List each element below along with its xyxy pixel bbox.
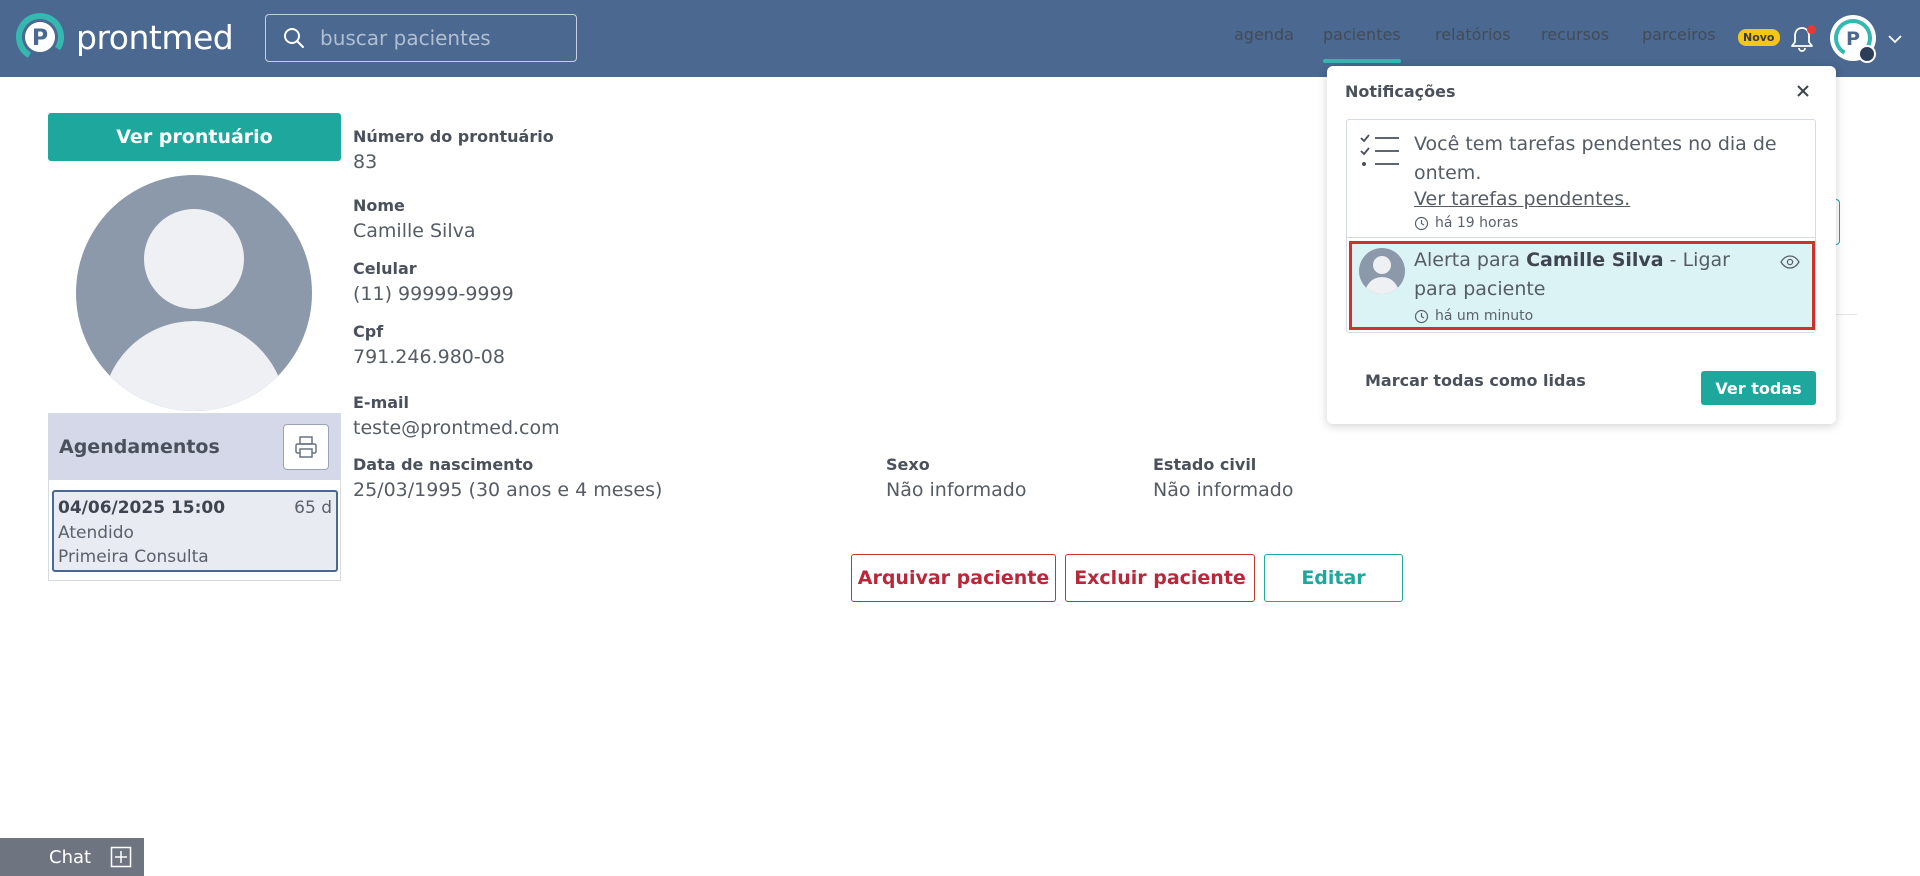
prontmed-logo-icon: P [16, 13, 64, 61]
search-icon [284, 28, 304, 48]
numero-prontuario-value: 83 [353, 151, 378, 173]
patient-search-box[interactable] [265, 14, 577, 62]
notification-time-text: há um minuto [1435, 308, 1534, 324]
notification-item-tasks[interactable]: Você tem tarefas pendentes no dia de ont… [1347, 120, 1815, 238]
clock-icon [1414, 309, 1429, 323]
printer-icon [295, 436, 317, 458]
patient-avatar [1359, 248, 1405, 294]
nav-relatorios[interactable]: relatórios [1435, 25, 1511, 44]
logo-text: prontmed [76, 17, 234, 57]
nav-parceiros[interactable]: parceiros [1642, 25, 1716, 44]
mark-all-read-button[interactable]: Marcar todas como lidas [1365, 371, 1586, 390]
ver-prontuario-button[interactable]: Ver prontuário [48, 113, 341, 161]
notifications-title: Notificações [1345, 82, 1456, 101]
clock-icon [1414, 216, 1429, 230]
notification-time: há um minuto [1414, 308, 1533, 324]
appointment-datetime: 04/06/2025 15:00 [58, 498, 226, 518]
search-input[interactable] [320, 26, 560, 50]
prontmed-logo[interactable]: P prontmed [15, 12, 234, 62]
arquivar-paciente-button[interactable]: Arquivar paciente [851, 554, 1056, 602]
notification-tasks-text: Você tem tarefas pendentes no dia de ont… [1414, 133, 1777, 184]
numero-prontuario-label: Número do prontuário [353, 127, 554, 146]
notification-time: há 19 horas [1414, 215, 1518, 231]
email-value: teste@prontmed.com [353, 417, 560, 439]
sexo-value: Não informado [886, 479, 1027, 501]
task-list-icon [1360, 134, 1399, 166]
nav-recursos[interactable]: recursos [1541, 25, 1609, 44]
close-icon[interactable] [1792, 80, 1814, 102]
celular-value: (11) 99999-9999 [353, 283, 514, 305]
notification-alert-text: Alerta para Camille Silva - Ligar para p… [1414, 246, 1774, 304]
chat-widget[interactable]: Chat [0, 838, 144, 876]
nome-label: Nome [353, 196, 405, 215]
notification-item-alert[interactable]: Alerta para Camille Silva - Ligar para p… [1349, 241, 1815, 330]
print-button[interactable] [283, 424, 329, 470]
appointment-status: Atendido [58, 523, 134, 543]
alert-patient-name: Camille Silva [1526, 249, 1664, 271]
svg-text:P: P [1846, 28, 1860, 50]
sexo-label: Sexo [886, 455, 930, 474]
cpf-value: 791.246.980-08 [353, 346, 505, 368]
estado-civil-label: Estado civil [1153, 455, 1257, 474]
estado-civil-value: Não informado [1153, 479, 1294, 501]
excluir-paciente-button[interactable]: Excluir paciente [1065, 554, 1255, 602]
nav-pacientes[interactable]: pacientes [1323, 25, 1401, 63]
celular-label: Celular [353, 259, 417, 278]
agendamentos-title: Agendamentos [59, 436, 220, 458]
unread-notification-dot [1807, 25, 1816, 34]
chat-label: Chat [49, 846, 92, 868]
svg-text:P: P [32, 26, 48, 51]
notification-time-text: há 19 horas [1435, 215, 1519, 231]
notifications-list: Você tem tarefas pendentes no dia de ont… [1346, 119, 1816, 333]
account-badge-icon [1858, 45, 1876, 63]
patient-photo-placeholder [76, 175, 312, 411]
editar-button[interactable]: Editar [1264, 554, 1403, 602]
email-label: E-mail [353, 393, 410, 412]
cpf-label: Cpf [353, 322, 384, 341]
novo-badge: Novo [1738, 29, 1780, 46]
alert-prefix: Alerta para [1414, 249, 1527, 271]
ver-tarefas-pendentes-link[interactable]: Ver tarefas pendentes. [1414, 188, 1630, 210]
plus-square-icon[interactable] [110, 846, 132, 868]
chevron-down-icon[interactable] [1886, 30, 1904, 48]
nav-agenda[interactable]: agenda [1234, 25, 1294, 44]
nascimento-value: 25/03/1995 (30 anos e 4 meses) [353, 479, 663, 501]
notifications-dropdown: Notificações Você tem tarefas pendentes … [1327, 66, 1836, 424]
see-all-button[interactable]: Ver todas [1701, 371, 1816, 405]
agendamentos-header: Agendamentos [49, 414, 340, 480]
agendamentos-panel: Agendamentos 04/06/2025 15:00 65 d Atend… [48, 413, 341, 581]
nome-value: Camille Silva [353, 220, 476, 242]
eye-icon[interactable] [1780, 254, 1800, 270]
appointment-item[interactable]: 04/06/2025 15:00 65 d Atendido Primeira … [52, 490, 338, 572]
appointment-days-ago: 65 d [294, 498, 332, 518]
nascimento-label: Data de nascimento [353, 455, 534, 474]
appointment-type: Primeira Consulta [58, 547, 209, 567]
